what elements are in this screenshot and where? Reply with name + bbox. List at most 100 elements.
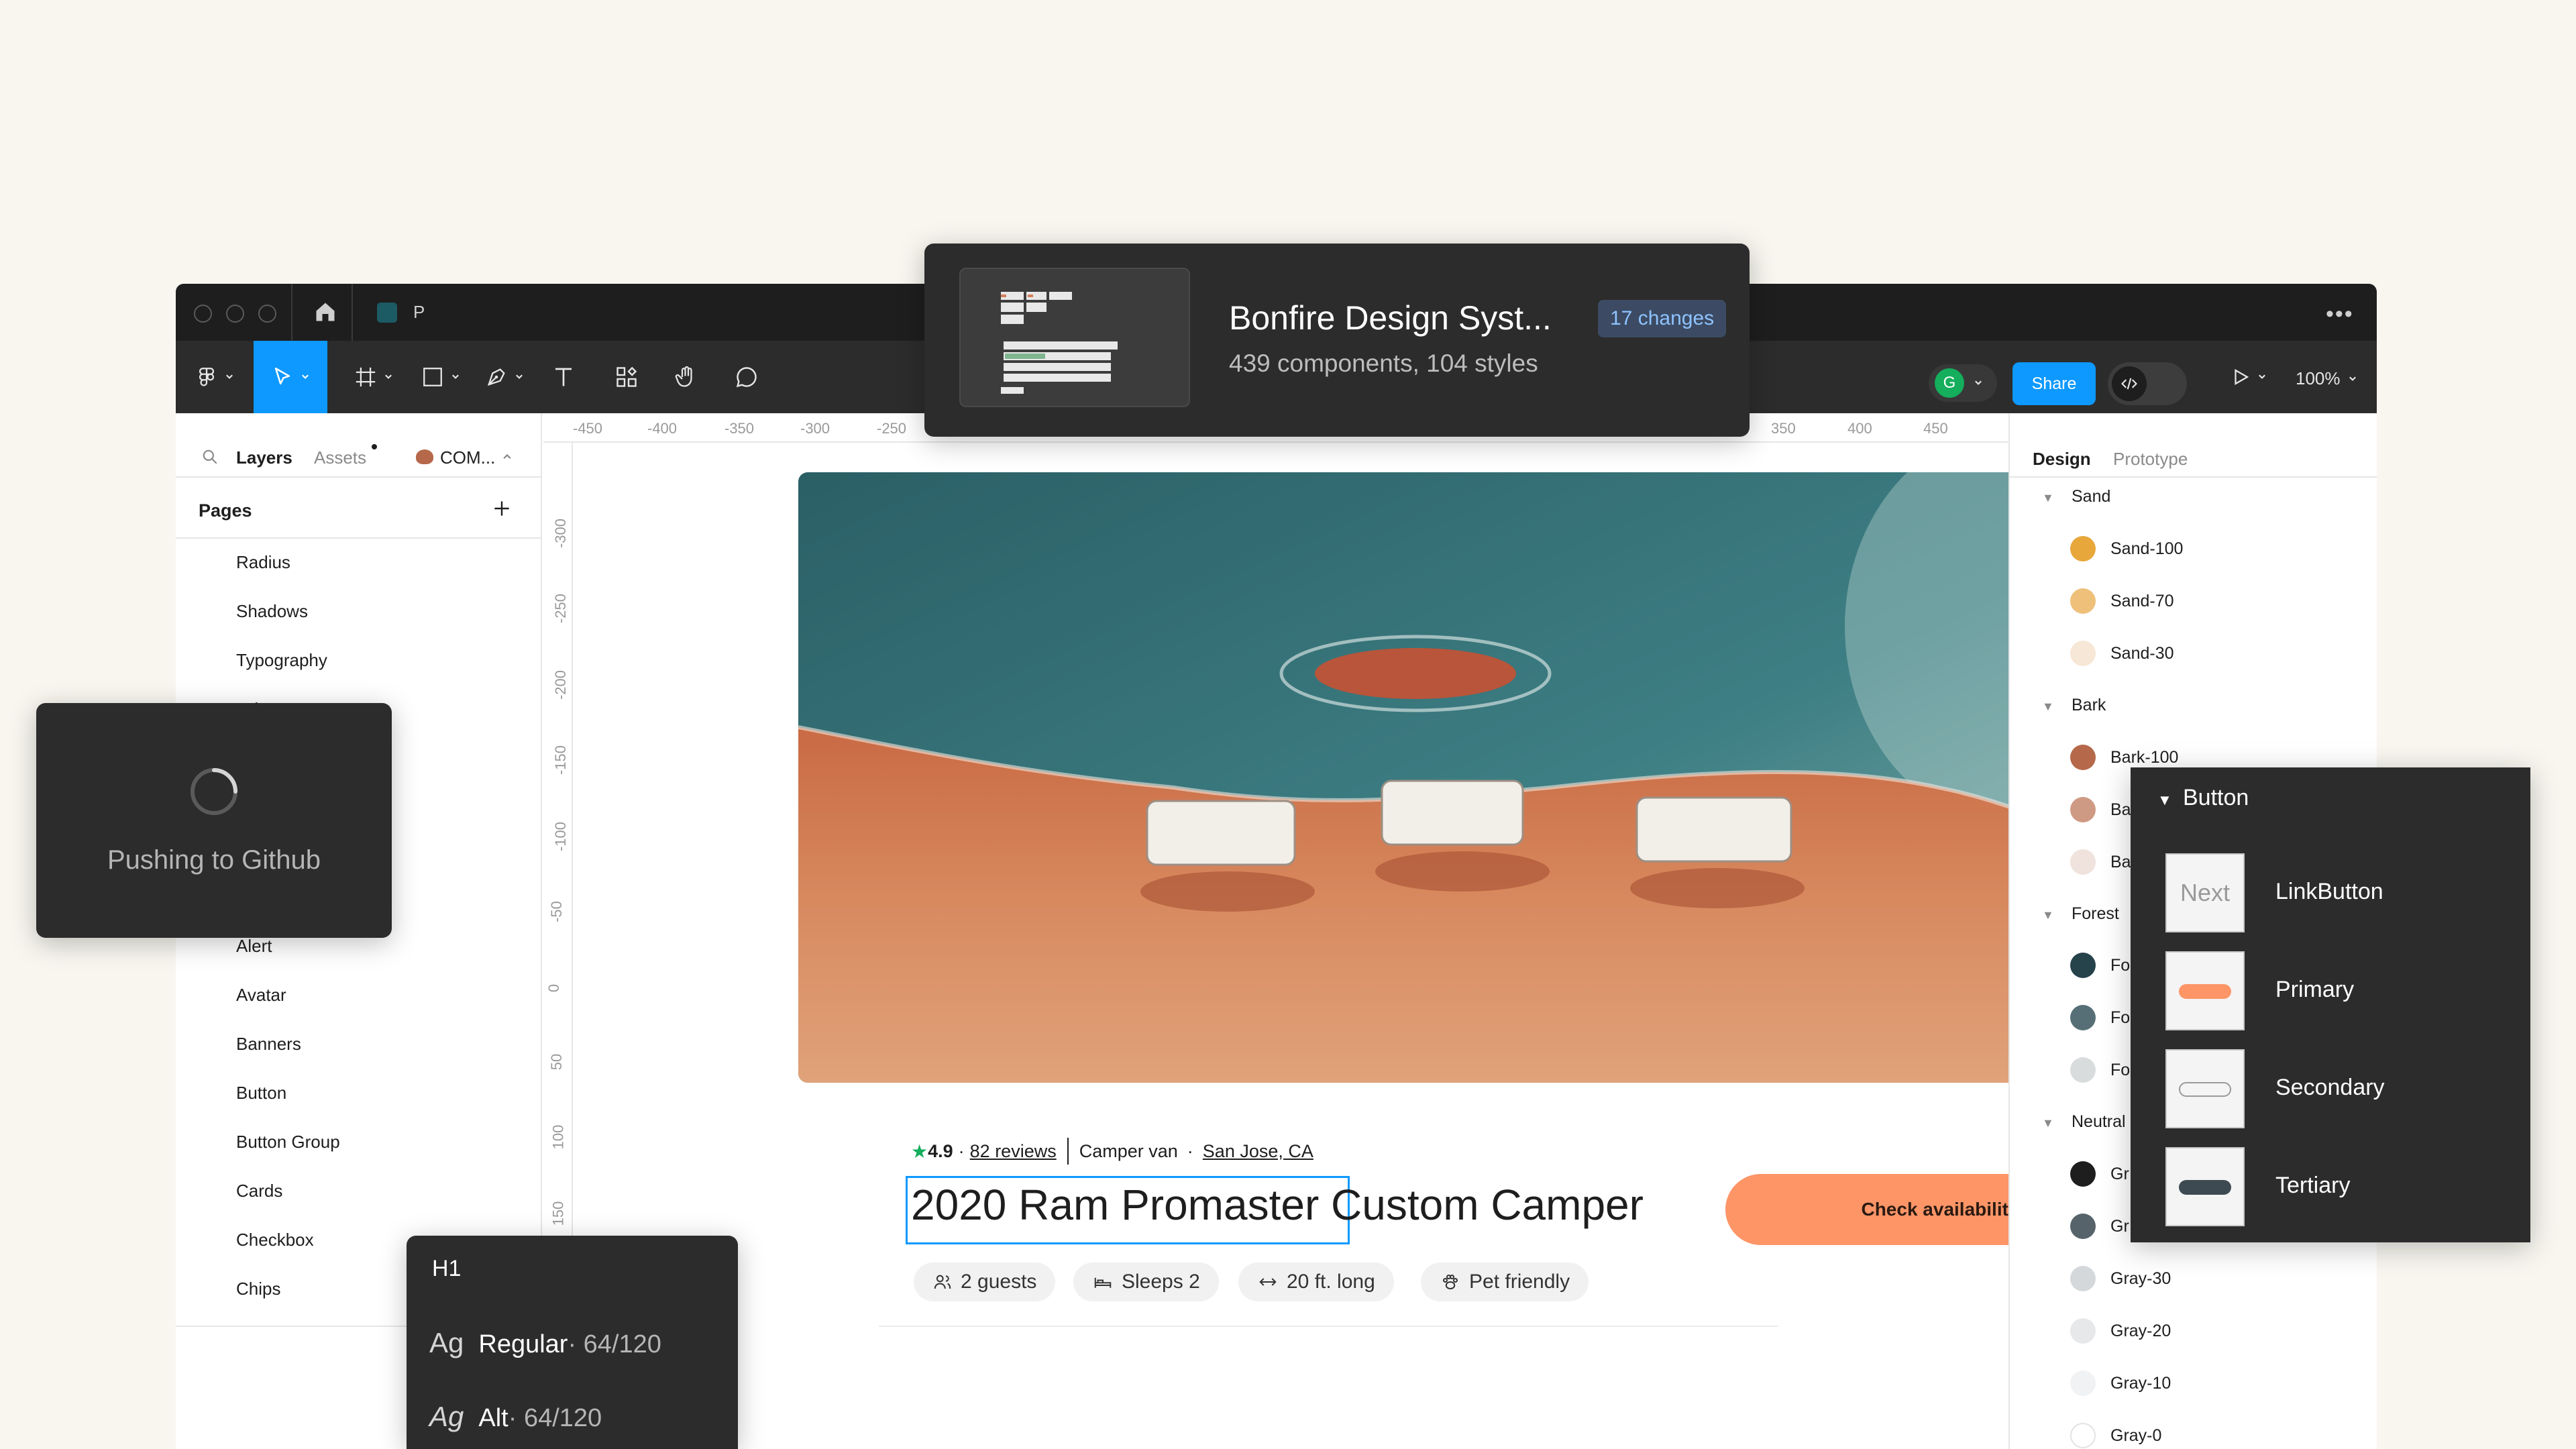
more-options-icon[interactable]: ••• xyxy=(2326,301,2354,327)
type-style-regular[interactable]: Ag Regular · 64/120 xyxy=(429,1327,661,1359)
page-item-radius[interactable]: Radius xyxy=(236,552,290,573)
chevron-down-icon xyxy=(452,374,459,379)
chip-guests[interactable]: 2 guests xyxy=(914,1263,1056,1301)
component-secondary[interactable]: Secondary xyxy=(2275,1075,2385,1101)
home-icon[interactable] xyxy=(313,300,337,324)
swatch-gray-10[interactable] xyxy=(2070,1371,2096,1396)
dev-mode-toggle[interactable] xyxy=(2108,362,2187,405)
page-item-button-group[interactable]: Button Group xyxy=(236,1132,340,1152)
swatch-gray-70[interactable] xyxy=(2070,1214,2096,1239)
tab-assets[interactable]: Assets xyxy=(314,447,366,468)
library-update-popup[interactable]: Bonfire Design Syst... 17 changes 439 co… xyxy=(924,244,1750,437)
page-item-avatar[interactable]: Avatar xyxy=(236,985,286,1006)
changes-badge[interactable]: 17 changes xyxy=(1598,300,1727,337)
swatch-gray-30[interactable] xyxy=(2070,1266,2096,1291)
swatch-bark-70[interactable] xyxy=(2070,797,2096,822)
swatch-gray-20[interactable] xyxy=(2070,1318,2096,1344)
tab-layers[interactable]: Layers xyxy=(236,447,292,468)
component-group-title: Button xyxy=(2183,785,2249,810)
chevron-down-icon xyxy=(516,374,523,379)
component-linkbutton[interactable]: LinkButton xyxy=(2275,879,2383,905)
swatch-forest-70[interactable] xyxy=(2070,1005,2096,1030)
page-item-chips[interactable]: Chips xyxy=(236,1279,280,1299)
swatch-gray-100[interactable] xyxy=(2070,1161,2096,1187)
file-title[interactable]: P xyxy=(413,302,425,323)
zoom-level[interactable]: 100% xyxy=(2296,368,2341,389)
chip-length[interactable]: 20 ft. long xyxy=(1238,1263,1394,1301)
library-emoji-icon xyxy=(416,449,433,464)
tertiary-thumbnail xyxy=(2165,1147,2245,1226)
chip-pets[interactable]: Pet friendly xyxy=(1421,1263,1589,1301)
component-primary[interactable]: Primary xyxy=(2275,977,2354,1003)
shape-tool-button[interactable] xyxy=(411,341,471,413)
close-window-button[interactable] xyxy=(194,305,212,323)
swatch-label: Fo xyxy=(2110,1061,2131,1079)
swatch-label: Ba xyxy=(2110,800,2131,819)
swatch-bark-30[interactable] xyxy=(2070,849,2096,875)
button-components-popup[interactable]: ▼ Button Next LinkButton Primary Seconda… xyxy=(2131,767,2530,1242)
ruler-tick: 150 xyxy=(549,1201,567,1226)
share-button[interactable]: Share xyxy=(2012,362,2096,405)
resources-button[interactable] xyxy=(603,341,650,413)
library-subtitle: 439 components, 104 styles xyxy=(1229,350,1538,377)
color-group-forest[interactable]: Forest xyxy=(2072,904,2119,924)
chevron-down-icon xyxy=(385,374,392,379)
page-item-typography[interactable]: Typography xyxy=(236,650,327,671)
ruler-tick: -250 xyxy=(877,420,907,437)
swatch-sand-30[interactable] xyxy=(2070,641,2096,666)
expand-arrow-icon[interactable]: ▼ xyxy=(2042,491,2054,505)
tab-prototype[interactable]: Prototype xyxy=(2113,449,2188,470)
color-group-bark[interactable]: Bark xyxy=(2072,696,2106,715)
swatch-gray-0[interactable] xyxy=(2070,1423,2096,1448)
chip-label: 20 ft. long xyxy=(1287,1271,1375,1293)
page-item-button[interactable]: Button xyxy=(236,1083,286,1104)
listing-title[interactable]: 2020 Ram Promaster Custom Camper xyxy=(911,1180,1644,1230)
comment-tool-button[interactable] xyxy=(723,341,770,413)
tab-library[interactable]: COM... xyxy=(440,447,495,468)
tab-design[interactable]: Design xyxy=(2033,449,2091,470)
minimize-window-button[interactable] xyxy=(226,305,244,323)
pen-tool-button[interactable] xyxy=(474,341,535,413)
type-style-alt[interactable]: Ag Alt · 64/120 xyxy=(429,1401,602,1433)
chip-label: 2 guests xyxy=(961,1271,1037,1293)
expand-arrow-icon[interactable]: ▼ xyxy=(2042,700,2054,714)
frame-tool-button[interactable] xyxy=(343,341,404,413)
page-item-checkbox[interactable]: Checkbox xyxy=(236,1230,314,1250)
add-page-icon[interactable] xyxy=(491,498,513,519)
page-item-banners[interactable]: Banners xyxy=(236,1034,301,1055)
swatch-forest-100[interactable] xyxy=(2070,953,2096,978)
divider xyxy=(2010,476,2377,478)
chip-sleeps[interactable]: Sleeps 2 xyxy=(1073,1263,1219,1301)
canvas[interactable]: -450 -400 -350 -300 -250 350 400 450 -30… xyxy=(543,413,2155,1449)
location-link[interactable]: San Jose, CA xyxy=(1203,1141,1313,1162)
type-style-popup[interactable]: H1 Ag Regular · 64/120 Ag Alt · 64/120 xyxy=(407,1236,738,1449)
color-group-neutral[interactable]: Neutral xyxy=(2072,1112,2126,1132)
swatch-bark-100[interactable] xyxy=(2070,745,2096,770)
main-menu-button[interactable] xyxy=(188,341,241,413)
swatch-forest-30[interactable] xyxy=(2070,1057,2096,1083)
chevron-down-icon xyxy=(2259,374,2265,379)
page-item-alert[interactable]: Alert xyxy=(236,936,272,957)
swatch-label: Gray-0 xyxy=(2110,1426,2162,1445)
present-button[interactable] xyxy=(2222,341,2275,413)
search-icon[interactable] xyxy=(201,448,219,466)
components-icon xyxy=(616,366,637,387)
move-tool-button[interactable] xyxy=(254,341,327,413)
expand-arrow-icon[interactable]: ▼ xyxy=(2042,1116,2054,1130)
text-tool-button[interactable] xyxy=(540,341,587,413)
hero-photo[interactable] xyxy=(798,472,2140,1083)
page-item-shadows[interactable]: Shadows xyxy=(236,601,308,622)
rating: 4.9 xyxy=(928,1140,953,1161)
expand-arrow-icon[interactable]: ▼ xyxy=(2042,908,2054,922)
swatch-sand-100[interactable] xyxy=(2070,536,2096,561)
swatch-sand-70[interactable] xyxy=(2070,588,2096,614)
avatar[interactable]: G xyxy=(1935,368,1964,398)
page-item-cards[interactable]: Cards xyxy=(236,1181,282,1201)
maximize-window-button[interactable] xyxy=(258,305,276,323)
component-tertiary[interactable]: Tertiary xyxy=(2275,1173,2350,1199)
chevron-up-icon[interactable] xyxy=(502,451,513,462)
color-group-sand[interactable]: Sand xyxy=(2072,487,2110,506)
hand-tool-button[interactable] xyxy=(663,341,710,413)
collapse-arrow-icon[interactable]: ▼ xyxy=(2157,792,2172,809)
reviews-link[interactable]: 82 reviews xyxy=(970,1141,1057,1162)
